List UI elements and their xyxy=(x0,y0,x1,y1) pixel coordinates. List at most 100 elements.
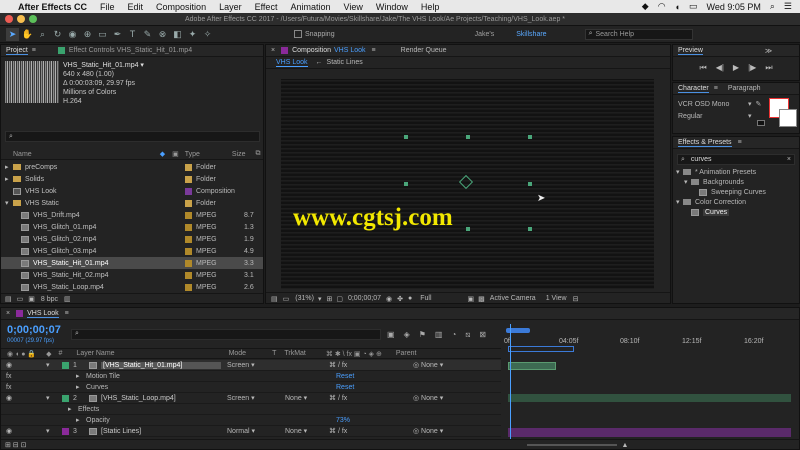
font-family-dropdown[interactable]: VCR OSD Mono xyxy=(678,101,748,108)
tab-composition-label[interactable]: Composition xyxy=(292,47,331,54)
zoom-in-icon[interactable]: ▲ xyxy=(622,442,629,449)
current-time-indicator[interactable] xyxy=(510,324,511,440)
disclosure-triangle-icon[interactable]: ▾ xyxy=(676,198,683,206)
character-menu-icon[interactable]: ≡ xyxy=(714,85,718,92)
tab-timeline-vhs-look[interactable]: VHS Look xyxy=(27,310,59,318)
label-color-swatch[interactable] xyxy=(185,283,192,291)
new-comp-icon[interactable]: ▣ xyxy=(28,295,35,303)
tab-effect-controls[interactable]: Effect Controls VHS_Static_Hit_01.mp4 xyxy=(69,47,192,54)
battery-icon[interactable]: ▭ xyxy=(689,1,698,12)
visibility-eye-icon[interactable]: ◉ xyxy=(6,427,46,435)
transform-handle[interactable] xyxy=(528,135,532,139)
comp-timecode[interactable]: 0;00;00;07 xyxy=(348,295,381,302)
project-item[interactable]: VHS_Glitch_01.mp4 MPEG 1.3 xyxy=(1,221,263,233)
layer-parent-dropdown[interactable]: ◎ None ▾ xyxy=(413,394,443,402)
draft-3d-icon[interactable]: ◈ xyxy=(404,330,410,340)
project-item[interactable]: ▾ VHS Static Folder xyxy=(1,197,263,209)
visibility-eye-icon[interactable]: ◉ xyxy=(6,361,46,369)
clear-search-icon[interactable]: × xyxy=(787,156,791,163)
interpret-footage-icon[interactable]: ▤ xyxy=(5,295,12,303)
col-t[interactable]: T xyxy=(272,350,276,357)
label-color-swatch[interactable] xyxy=(185,199,192,207)
effects-tree-item[interactable]: Curves xyxy=(673,207,799,217)
camera-dropdown[interactable]: Active Camera xyxy=(490,295,536,302)
notification-icon[interactable]: ☰ xyxy=(784,1,792,12)
disclosure-triangle-icon[interactable]: ▾ xyxy=(46,361,54,369)
stroke-color-swatch[interactable] xyxy=(779,109,797,127)
timeline-layer-row[interactable]: ◉ ▾ 3 [Static Lines] Normal ▾ None ▾ ⌘ / fx ◎ N… xyxy=(1,426,501,437)
black-swatch[interactable] xyxy=(757,120,765,126)
eyedropper-icon[interactable]: ✎ xyxy=(756,100,762,108)
preview-menu-icon[interactable]: ≫ xyxy=(765,47,772,55)
timeline-layer-row[interactable]: ◉ ▾ 2 [VHS_Static_Loop.mp4] Screen ▾ None ▾ ⌘ … xyxy=(1,393,501,404)
camera-tool-icon[interactable]: ◉ xyxy=(66,28,79,41)
transform-handle[interactable] xyxy=(466,135,470,139)
zoom-tool-icon[interactable]: ⌕ xyxy=(36,28,49,41)
property-value[interactable]: 73% xyxy=(336,417,350,424)
project-menu-icon[interactable]: ≡ xyxy=(32,47,36,54)
monitor-icon[interactable]: ▭ xyxy=(283,295,290,303)
comp-mini-flowchart-icon[interactable]: ▣ xyxy=(387,330,395,340)
track-area[interactable] xyxy=(508,324,791,440)
first-frame-icon[interactable]: ⏮ xyxy=(699,63,706,73)
project-item[interactable]: VHS_Static_Hit_02.mp4 MPEG 3.1 xyxy=(1,269,263,281)
chevron-down-icon[interactable]: ▾ xyxy=(318,295,322,303)
frame-blending-icon[interactable]: ▥ xyxy=(435,330,443,340)
tab-project[interactable]: Project xyxy=(6,47,28,55)
dropbox-icon[interactable]: ◆ xyxy=(642,1,649,12)
effects-tree-item[interactable]: ▾ Backgrounds xyxy=(673,177,799,187)
sort-tag-icon[interactable]: ◆ xyxy=(160,150,165,158)
motion-blur-icon[interactable]: ◔ xyxy=(451,330,456,340)
rotate-tool-icon[interactable]: ↻ xyxy=(51,28,64,41)
mask-visibility-icon[interactable]: ▢ xyxy=(336,295,343,303)
hand-tool-icon[interactable]: ✋ xyxy=(21,28,34,41)
menu-animation[interactable]: Animation xyxy=(290,2,330,12)
type-tool-icon[interactable]: T xyxy=(126,28,139,41)
col-source-number[interactable]: # xyxy=(59,350,63,357)
transform-handle[interactable] xyxy=(404,182,408,186)
time-ruler[interactable]: 0f 04:05f 08:10f 12:15f 16:20f xyxy=(504,324,790,360)
chart-icon[interactable]: ⊠ xyxy=(479,330,486,340)
wifi-icon[interactable]: ◠ xyxy=(658,1,666,12)
zoom-dropdown[interactable]: (31%) xyxy=(295,295,314,302)
layer-bar-3[interactable] xyxy=(508,428,791,437)
col-header-label-icon[interactable]: ▣ xyxy=(172,150,179,158)
layer-bar-1[interactable] xyxy=(508,362,556,370)
timeline-property-row[interactable]: fx ▸ Curves Reset xyxy=(1,382,501,393)
layer-label-swatch[interactable] xyxy=(62,394,69,402)
transform-handle[interactable] xyxy=(528,227,532,231)
project-item[interactable]: VHS_Glitch_03.mp4 MPEG 4.9 xyxy=(1,245,263,257)
last-frame-icon[interactable]: ⏭ xyxy=(765,63,772,73)
show-snapshot-icon[interactable]: ✤ xyxy=(397,295,403,303)
transform-handle[interactable] xyxy=(528,182,532,186)
disclosure-triangle-icon[interactable]: ▾ xyxy=(684,178,691,186)
disclosure-triangle-icon[interactable]: ▸ xyxy=(68,405,78,413)
project-item[interactable]: ▸ Solids Folder xyxy=(1,173,263,185)
disclosure-triangle-icon[interactable]: ▾ xyxy=(676,168,683,176)
menu-composition[interactable]: Composition xyxy=(156,2,206,12)
col-trkmat[interactable]: TrkMat xyxy=(284,350,306,357)
label-color-swatch[interactable] xyxy=(185,187,192,195)
tab-effects-presets[interactable]: Effects & Presets xyxy=(678,139,732,147)
layer-mode-dropdown[interactable]: Screen ▾ xyxy=(227,361,285,369)
col-parent[interactable]: Parent xyxy=(396,350,417,357)
flow-tab-static-lines[interactable]: Static Lines xyxy=(327,59,363,66)
snapshot-icon[interactable]: ◉ xyxy=(386,295,392,303)
layer-switches[interactable]: ⌘ / fx xyxy=(329,427,413,435)
disclosure-triangle-icon[interactable]: ▸ xyxy=(76,372,86,380)
minimize-window-icon[interactable] xyxy=(17,15,25,23)
tab-composition-name[interactable]: VHS Look xyxy=(334,47,366,54)
layer-name[interactable]: [Static Lines] xyxy=(101,428,221,435)
puppet-tool-icon[interactable]: ✧ xyxy=(201,28,214,41)
color-channel-icon[interactable]: ● xyxy=(408,295,412,302)
safe-area-icon[interactable]: ⊞ xyxy=(326,295,332,303)
timeline-layer-row[interactable]: ◉ ▾ 1 [VHS_Static_Hit_01.mp4] Screen ▾ ⌘ / fx… xyxy=(1,360,501,371)
views-dropdown[interactable]: 1 View xyxy=(546,295,567,302)
col-layer-name[interactable]: Layer Name xyxy=(76,350,114,357)
roto-tool-icon[interactable]: ✦ xyxy=(186,28,199,41)
col-header-name[interactable]: Name xyxy=(13,151,32,158)
eraser-tool-icon[interactable]: ◧ xyxy=(171,28,184,41)
project-item[interactable]: VHS_Glitch_02.mp4 MPEG 1.9 xyxy=(1,233,263,245)
pen-tool-icon[interactable]: ✒ xyxy=(111,28,124,41)
layer-mode-dropdown[interactable]: Normal ▾ xyxy=(227,427,285,435)
